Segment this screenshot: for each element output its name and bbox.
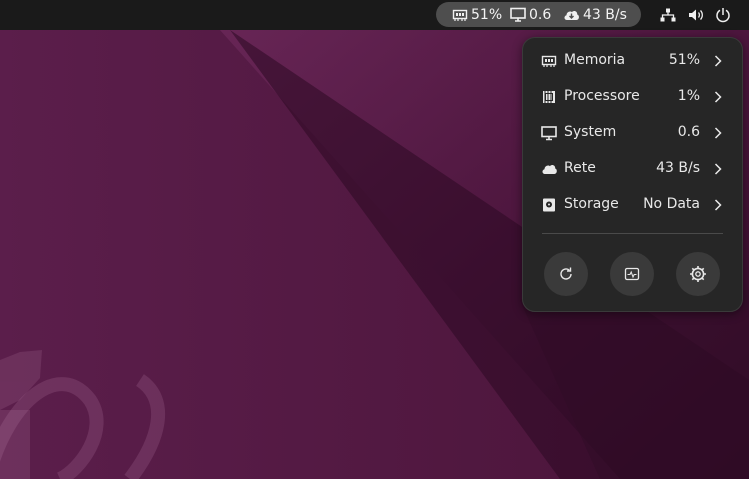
chevron-right-icon	[714, 199, 722, 211]
refresh-icon	[560, 267, 572, 280]
menu-item-label: Processore	[564, 88, 640, 104]
volume-icon	[689, 9, 703, 21]
refresh-button[interactable]	[544, 252, 588, 296]
menu-item-value: 43 B/s	[656, 160, 700, 176]
chevron-right-icon	[714, 127, 722, 139]
monitor-icon	[510, 7, 526, 22]
menu-item-processore[interactable]: Processore 1%	[531, 80, 734, 114]
settings-button[interactable]	[676, 252, 720, 296]
cloud-icon	[542, 165, 557, 174]
system-indicator-value: 0.6	[529, 6, 552, 23]
menu-item-memoria[interactable]: Memoria 51%	[531, 44, 734, 78]
menu-item-storage[interactable]: Storage No Data	[531, 188, 734, 222]
system-monitor-icon	[624, 267, 640, 281]
menu-divider	[542, 233, 723, 234]
chevron-right-icon	[714, 91, 722, 103]
menu-item-label: Rete	[564, 160, 596, 176]
cloud-download-icon	[564, 10, 579, 20]
memory-chip-icon	[452, 9, 468, 21]
settings-gear-icon	[690, 266, 706, 282]
network-wired-icon	[660, 8, 676, 22]
memory-chip-icon	[541, 55, 557, 67]
memory-indicator: 51%	[452, 2, 502, 27]
menu-item-system[interactable]: System 0.6	[531, 116, 734, 150]
top-bar: 51% 0.6 43 B/s	[0, 0, 749, 30]
menu-item-label: System	[564, 124, 617, 140]
menu-item-label: Storage	[564, 196, 619, 212]
menu-item-label: Memoria	[564, 52, 626, 68]
processor-icon	[543, 91, 555, 103]
system-indicator: 0.6	[510, 2, 551, 27]
power-button[interactable]	[713, 5, 733, 25]
system-monitor-indicator[interactable]: 51% 0.6 43 B/s	[436, 2, 641, 27]
system-monitor-menu: Memoria 51% Processore 1% System 0.6 Ret…	[522, 37, 743, 312]
menu-item-value: 1%	[677, 88, 700, 104]
power-icon	[716, 8, 730, 23]
network-wired-button[interactable]	[658, 5, 678, 25]
volume-button[interactable]	[686, 5, 706, 25]
storage-disk-icon	[543, 198, 555, 212]
open-system-monitor-button[interactable]	[610, 252, 654, 296]
desktop: 51% 0.6 43 B/s Memoria 51% Processore 1%…	[0, 0, 749, 479]
menu-item-value: 0.6	[677, 124, 700, 140]
monitor-icon	[541, 126, 557, 141]
menu-item-rete[interactable]: Rete 43 B/s	[531, 152, 734, 186]
menu-item-value: 51%	[668, 52, 700, 68]
network-indicator: 43 B/s	[563, 2, 627, 27]
menu-item-value: No Data	[643, 196, 700, 212]
chevron-right-icon	[714, 55, 722, 67]
memory-indicator-value: 51%	[471, 6, 503, 23]
network-indicator-value: 43 B/s	[583, 6, 627, 23]
chevron-right-icon	[714, 163, 722, 175]
